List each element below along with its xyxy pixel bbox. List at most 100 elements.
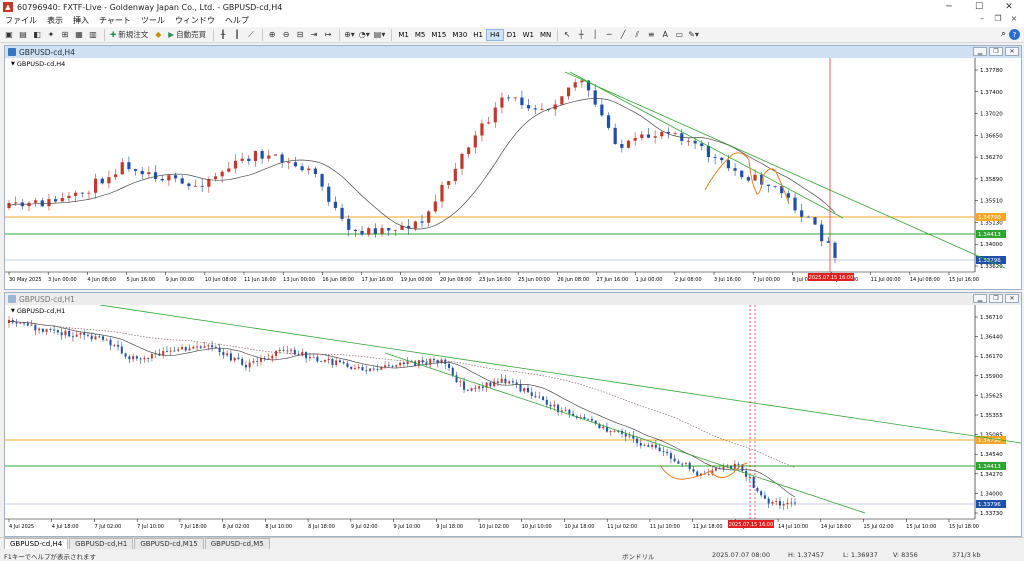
tile-windows-icon[interactable]: ⊟ [294, 28, 306, 41]
cursor-icon[interactable]: ↖ [561, 28, 573, 41]
timeframe-mn[interactable]: MN [537, 29, 554, 41]
menu-chart[interactable]: チャート [94, 15, 136, 26]
timeframe-m15[interactable]: M15 [428, 29, 449, 41]
label-tool-icon[interactable]: ▭ [673, 28, 685, 41]
text-tool-icon[interactable]: A [659, 28, 671, 41]
tab-gbpusd-m5[interactable]: GBPUSD-cd,M5 [204, 538, 270, 549]
maximize-button[interactable]: ☐ [964, 0, 994, 14]
mdi-minimize-button[interactable]: – [974, 14, 990, 23]
menu-window[interactable]: ウィンドウ [170, 15, 220, 26]
candle-body [660, 131, 664, 137]
candle-body [692, 469, 695, 472]
candle-body [553, 404, 556, 407]
candle-body [480, 123, 484, 136]
candle-body [746, 177, 751, 181]
menu-bar: ファイル 表示 挿入 チャート ツール ウィンドウ ヘルプ – ❐ × [0, 14, 1024, 27]
candle-body [233, 160, 238, 169]
search-icon[interactable]: ⌕ [1001, 29, 1006, 39]
chart-close-button[interactable]: ✕ [1005, 47, 1019, 56]
timeframe-d1[interactable]: D1 [504, 29, 520, 41]
terminal-icon[interactable]: ▦ [73, 28, 85, 41]
candle-body [470, 388, 473, 391]
status-profile[interactable]: ボンドリル [622, 551, 655, 561]
profiles-icon[interactable]: ▤ [17, 28, 29, 41]
candle-body [56, 330, 59, 333]
timeframe-w1[interactable]: W1 [520, 29, 537, 41]
fibonacci-icon[interactable]: ≡ [645, 28, 657, 41]
help-icon[interactable]: ? [1009, 29, 1020, 40]
new-order-button[interactable]: ✚ 新規注文 [108, 28, 150, 41]
indicators-icon[interactable]: ⊕▾ [343, 28, 356, 41]
minimize-button[interactable]: ─ [934, 0, 964, 14]
candle-body [365, 370, 368, 372]
tab-gbpusd-h4[interactable]: GBPUSD-cd,H4 [4, 538, 69, 549]
toolbar-separator [557, 28, 559, 41]
tab-gbpusd-m15[interactable]: GBPUSD-cd,M15 [134, 538, 204, 549]
candle-body [602, 426, 605, 429]
menu-tools[interactable]: ツール [136, 15, 170, 26]
timeframe-m5[interactable]: M5 [412, 29, 429, 41]
price-axis-label: 1.33620 [980, 264, 1003, 270]
time-axis-label: 10 Jul 02:00 [479, 524, 509, 530]
candle-body [312, 356, 315, 358]
timeframe-m1[interactable]: M1 [395, 29, 412, 41]
time-axis-label: 14 Jul 10:00 [778, 524, 808, 530]
close-button[interactable]: ✕ [994, 0, 1024, 14]
timeframe-m30[interactable]: M30 [449, 29, 470, 41]
candle-body [124, 353, 127, 357]
tab-gbpusd-h1[interactable]: GBPUSD-cd,H1 [69, 538, 134, 549]
candle-body [669, 453, 672, 459]
chart-shift-icon[interactable]: ↦ [322, 28, 334, 41]
timeframe-h1[interactable]: H1 [470, 29, 486, 41]
periods-icon[interactable]: ◔▾ [358, 28, 371, 41]
navigator-icon[interactable]: ✦ [45, 28, 57, 41]
candle-body [80, 192, 84, 194]
data-window-icon[interactable]: ⊞ [59, 28, 71, 41]
crosshair-icon[interactable]: ┼ [575, 28, 587, 41]
new-chart-icon[interactable]: ▣ [3, 28, 15, 41]
timeframe-h4[interactable]: H4 [486, 28, 504, 41]
new-order-icon: ✚ [110, 30, 117, 39]
chart-restore-button[interactable]: ❐ [989, 47, 1003, 56]
candle-body [726, 160, 731, 169]
chart-area[interactable]: 1.37780 1.37400 1.37020 1.36650 1.36270 1.358… [5, 58, 1021, 289]
horizontal-line-icon[interactable]: ─ [603, 28, 615, 41]
mdi-restore-button[interactable]: ❐ [990, 14, 1006, 23]
menu-insert[interactable]: 挿入 [68, 15, 94, 26]
menu-view[interactable]: 表示 [42, 15, 68, 26]
menu-help[interactable]: ヘルプ [220, 15, 254, 26]
chart-window-h1[interactable]: GBPUSD-cd,H1 ▁ ❐ ✕ 1.36710 1.36440 1.36170… [4, 292, 1022, 537]
menu-file[interactable]: ファイル [0, 15, 42, 26]
trendline-icon[interactable]: ╱ [617, 28, 629, 41]
bar-chart-icon[interactable]: ╫ [217, 28, 229, 41]
time-axis-label: 1 Jul 00:00 [636, 277, 663, 283]
line-chart-icon[interactable]: ⟋ [245, 28, 257, 41]
zoom-in-icon[interactable]: ⊕ [266, 28, 278, 41]
chart-minimize-button[interactable]: ▁ [973, 294, 987, 303]
time-axis-label: 5 Jun 16:00 [127, 277, 156, 283]
chart-restore-button[interactable]: ❐ [989, 294, 1003, 303]
autoscroll-icon[interactable]: ⇥ [308, 28, 320, 41]
candle-body [391, 365, 394, 367]
strategy-tester-icon[interactable]: ▥ [87, 28, 99, 41]
expert-icon[interactable]: ◆ [152, 28, 164, 41]
candlestick-icon[interactable]: ┃ [231, 28, 243, 41]
chart-window-h4[interactable]: GBPUSD-cd,H4 ▁ ❐ ✕ 1.37780 1.37400 1.37020… [4, 45, 1022, 290]
time-axis-label: 11 Jul 00:00 [871, 277, 901, 283]
templates-icon[interactable]: ▤▾ [373, 28, 387, 41]
mdi-close-button[interactable]: × [1006, 14, 1022, 23]
chart-close-button[interactable]: ✕ [1005, 294, 1019, 303]
candle-body [105, 339, 108, 341]
auto-trading-button[interactable]: ▶ 自動売買 [166, 28, 208, 41]
channel-icon[interactable]: ⫽ [631, 28, 643, 41]
vertical-line-icon[interactable]: │ [589, 28, 601, 41]
chart-minimize-button[interactable]: ▁ [973, 47, 987, 56]
chart-area[interactable]: 1.36710 1.36440 1.36170 1.35900 1.35625 1.353… [5, 305, 1021, 536]
candle-body [609, 430, 612, 432]
time-axis-label: 11 Jul 10:00 [650, 524, 680, 530]
candle-body [83, 333, 86, 335]
arrow-tool-icon[interactable]: ✎▾ [687, 28, 700, 41]
candle-body [560, 96, 564, 105]
zoom-out-icon[interactable]: ⊖ [280, 28, 292, 41]
market-watch-icon[interactable]: ◧ [31, 28, 43, 41]
